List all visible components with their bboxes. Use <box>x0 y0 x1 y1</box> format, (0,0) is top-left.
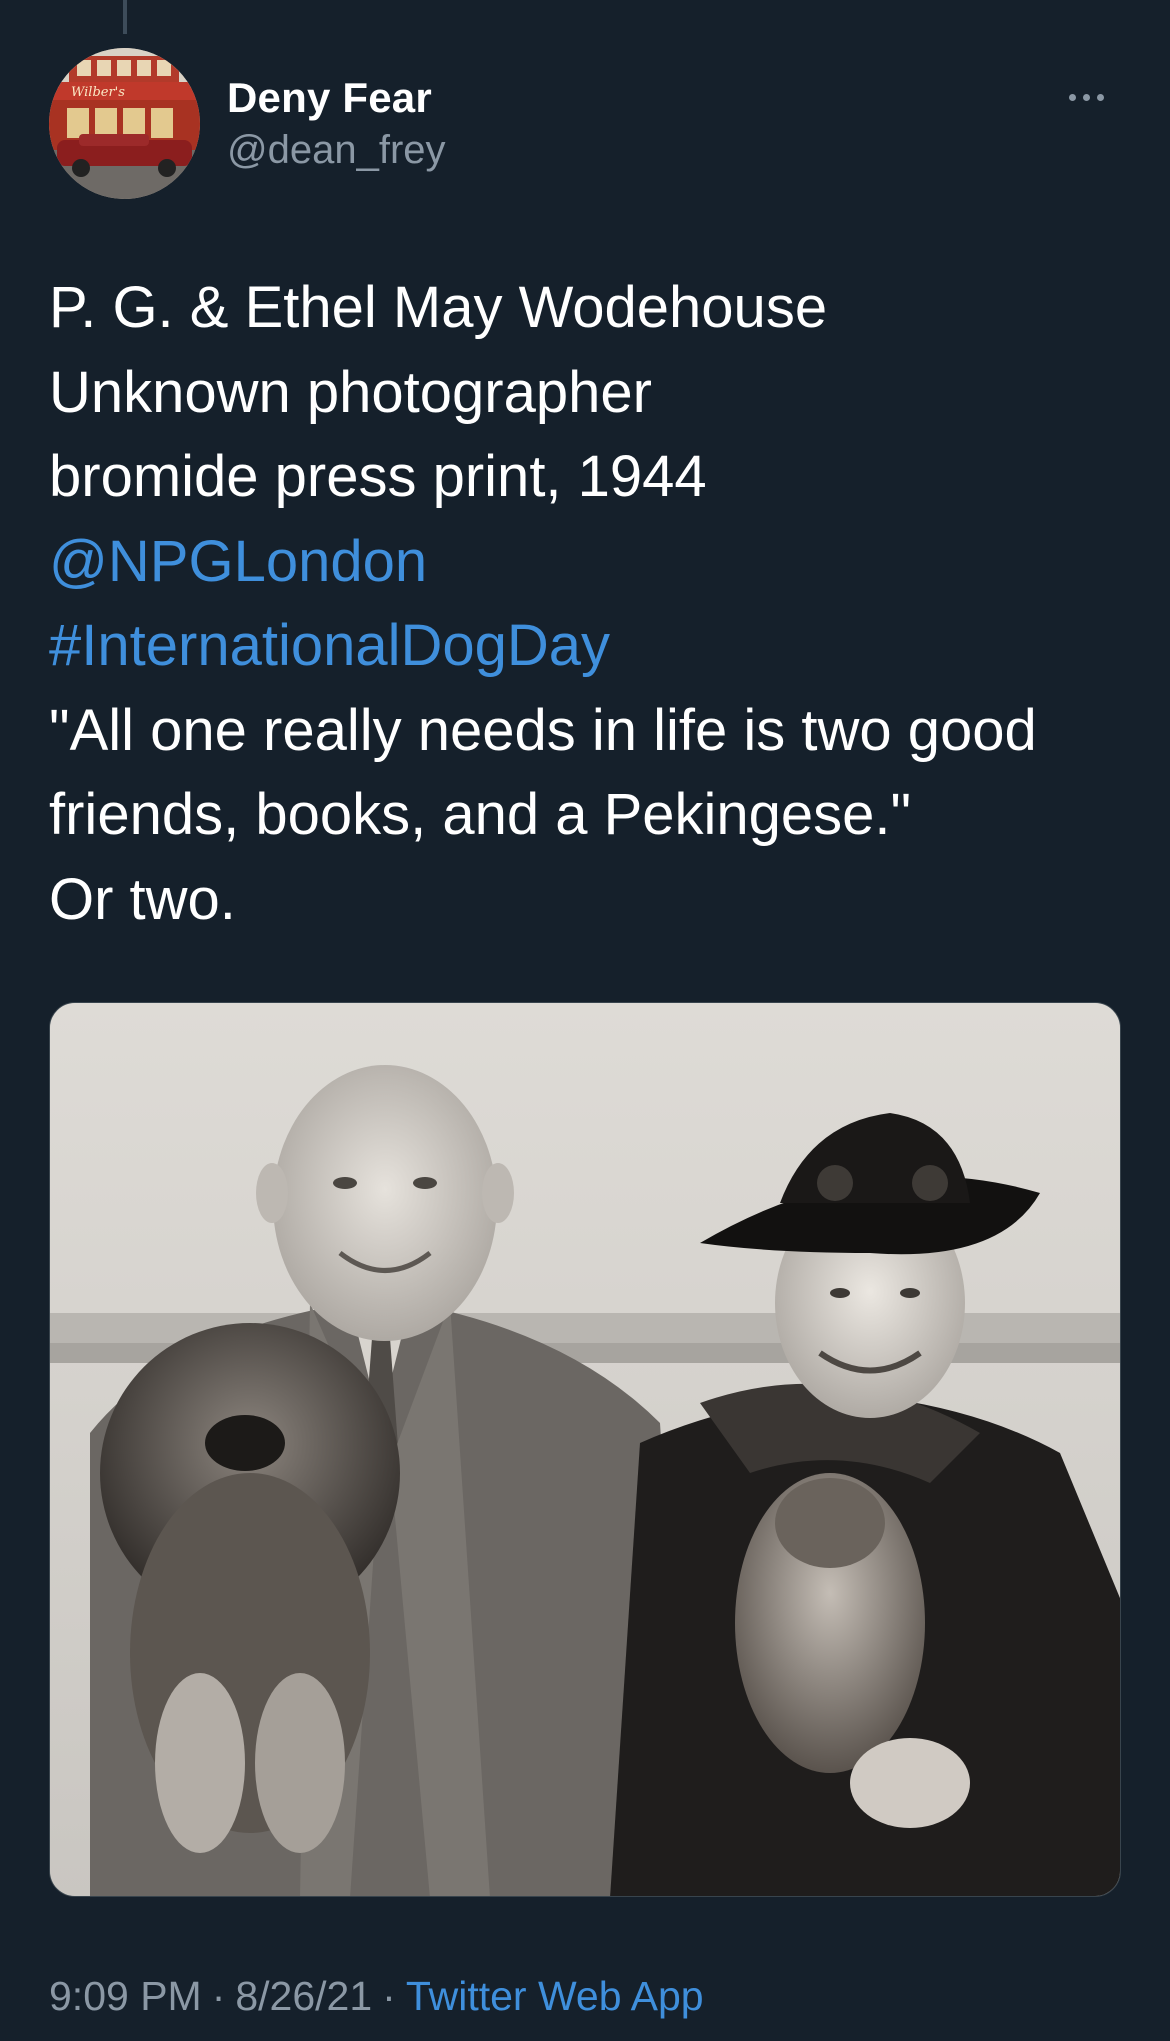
quote-line: Or two. <box>49 866 236 932</box>
author-handle[interactable]: @dean_frey <box>227 124 446 176</box>
photo-image <box>50 1003 1120 1896</box>
dot <box>1096 93 1104 101</box>
tweet-source-link[interactable]: Twitter Web App <box>406 1973 704 2019</box>
tweet-line: P. G. & Ethel May Wodehouse <box>49 275 828 340</box>
tweet-text: P. G. & Ethel May Wodehouse Unknown phot… <box>49 266 1129 942</box>
avatar-sign-text: Wilber's <box>71 85 125 100</box>
thread-connector-line <box>123 0 127 34</box>
tweet-date[interactable]: 8/26/21 <box>235 1973 372 2019</box>
tweet-time[interactable]: 9:09 PM <box>49 1973 202 2019</box>
avatar[interactable]: Wilber's <box>49 48 200 199</box>
tweet-line: bromide press print, 1944 <box>49 444 707 509</box>
hashtag-link[interactable]: #InternationalDogDay <box>49 604 1129 689</box>
quote-line: friends, books, and a Pekingese." <box>49 782 912 847</box>
tweet-photo[interactable] <box>49 1002 1121 1897</box>
author-name[interactable]: Deny Fear <box>227 70 446 126</box>
meta-separator: · <box>211 1973 226 2019</box>
avatar-image: Wilber's <box>49 48 200 199</box>
author-info[interactable]: Deny Fear @dean_frey <box>227 70 446 176</box>
mention-link[interactable]: @NPGLondon <box>49 520 1129 605</box>
meta-separator: · <box>382 1973 396 2019</box>
more-dots-icon[interactable] <box>1056 82 1116 112</box>
tweet-line: Unknown photographer <box>49 359 652 425</box>
dot <box>1082 93 1090 101</box>
tweet-meta: 9:09 PM · 8/26/21 · Twitter Web App <box>49 1968 704 2024</box>
dot <box>1068 93 1076 101</box>
quote-line: "All one really needs in life is two goo… <box>49 697 1037 763</box>
